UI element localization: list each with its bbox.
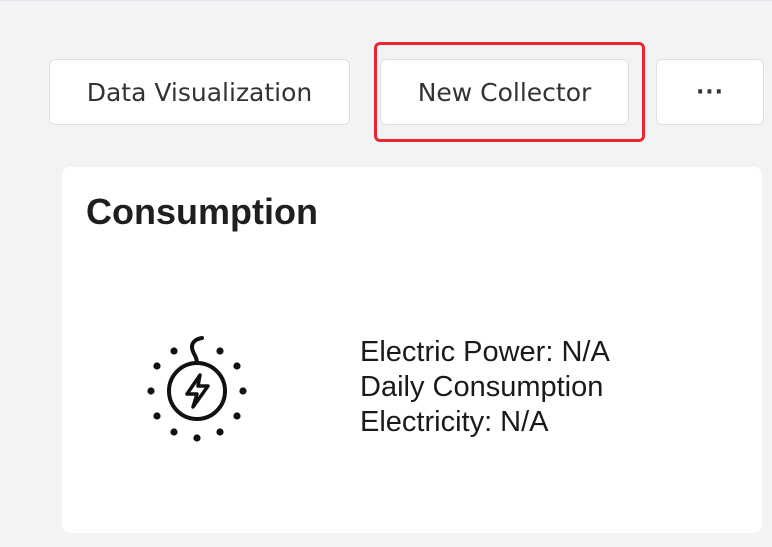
card-title: Consumption xyxy=(86,191,318,232)
consumption-readings: Electric Power: N/A Daily Consumption El… xyxy=(360,335,610,440)
data-visualization-button[interactable]: Data Visualization xyxy=(49,59,350,125)
more-options-button[interactable]: ··· xyxy=(656,59,764,125)
top-divider xyxy=(0,0,772,1)
new-collector-button[interactable]: New Collector xyxy=(380,59,629,125)
electricity-reading: Electricity: N/A xyxy=(360,406,549,438)
daily-consumption-label: Daily Consumption xyxy=(360,371,604,403)
consumption-card: Consumption Electric Power: N/A Daily Co… xyxy=(62,167,762,533)
electric-power-icon xyxy=(134,325,260,451)
electric-power-reading: Electric Power: N/A xyxy=(360,336,610,368)
